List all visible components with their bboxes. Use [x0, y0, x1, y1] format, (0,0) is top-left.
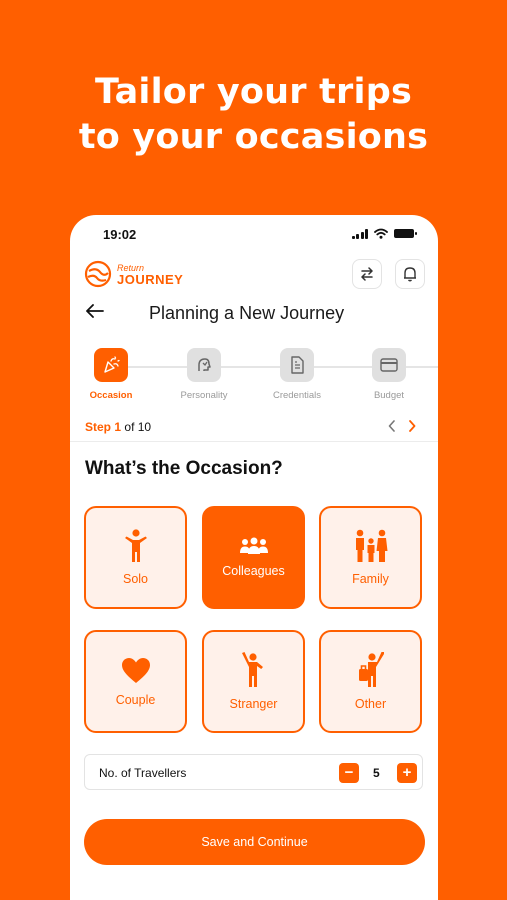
occasion-card-family[interactable]: Family — [319, 506, 422, 609]
step-label: Occasion — [89, 390, 133, 401]
step-label: Personality — [180, 390, 228, 401]
bell-icon — [404, 267, 416, 282]
heart-icon — [121, 657, 150, 683]
step-label: Budget — [373, 390, 405, 401]
arrow-left-icon — [86, 304, 104, 318]
brand-name-big: JOURNEY — [117, 272, 184, 287]
group-icon — [239, 537, 268, 554]
increase-travellers-button[interactable]: + — [397, 763, 417, 783]
back-button[interactable] — [86, 304, 104, 323]
step-current: 1 — [114, 420, 122, 434]
globe-logo-icon — [84, 260, 112, 288]
credit-card-icon — [372, 348, 406, 382]
system-icons — [351, 228, 417, 239]
person-icon — [124, 529, 147, 562]
occasion-card-colleagues[interactable]: Colleagues — [202, 506, 305, 609]
step-budget[interactable]: Budget — [349, 348, 429, 401]
travellers-row: No. of Travellers − 5 + — [84, 754, 423, 790]
document-icon — [280, 348, 314, 382]
promo-headline: Tailor your trips to your occasions — [0, 70, 507, 160]
headline-line-1: Tailor your trips — [95, 72, 412, 112]
step-counter: Step 1 of 10 — [85, 420, 151, 434]
card-label: Colleagues — [222, 564, 285, 578]
card-label: Family — [352, 572, 389, 586]
travellers-label: No. of Travellers — [99, 766, 187, 780]
save-and-continue-button[interactable]: Save and Continue — [84, 819, 425, 865]
previous-step-button[interactable] — [388, 419, 396, 437]
step-label: Credentials — [272, 390, 322, 401]
page-title: Planning a New Journey — [149, 303, 345, 323]
occasion-card-stranger[interactable]: Stranger — [202, 630, 305, 733]
divider — [70, 441, 438, 442]
waving-person-icon — [241, 652, 263, 687]
brand-logo[interactable]: Return JOURNEY — [84, 260, 183, 288]
phone-screen: 19:02 Return JOURNEY Planning a New Jour… — [70, 215, 438, 900]
travellers-count: 5 — [373, 766, 380, 780]
swap-arrows-icon — [361, 267, 373, 281]
signal-icon — [351, 228, 368, 239]
family-icon — [355, 529, 387, 562]
app-bar: Return JOURNEY — [70, 257, 438, 297]
status-bar: 19:02 — [70, 215, 438, 253]
step-navigation — [388, 419, 416, 437]
card-label: Couple — [115, 692, 156, 707]
page-header: Planning a New Journey — [70, 299, 438, 329]
status-time: 19:02 — [103, 227, 137, 242]
personality-icon — [187, 348, 221, 382]
next-step-button[interactable] — [408, 419, 416, 437]
step-prefix: Step — [85, 420, 112, 434]
occasion-card-other[interactable]: Other — [319, 630, 422, 733]
occasion-question: What’s the Occasion? — [85, 458, 283, 479]
person-with-bag-icon — [358, 652, 384, 687]
occasion-card-solo[interactable]: Solo — [84, 506, 187, 609]
card-label: Solo — [122, 572, 149, 586]
occasion-card-couple[interactable]: Couple — [84, 630, 187, 733]
headline-line-2: to your occasions — [78, 117, 429, 157]
step-credentials[interactable]: Credentials — [257, 348, 337, 401]
chevron-right-icon — [409, 420, 416, 432]
wifi-icon — [374, 228, 388, 239]
card-label: Other — [354, 697, 387, 711]
notifications-button[interactable] — [395, 259, 425, 289]
step-personality[interactable]: Personality — [164, 348, 244, 401]
chevron-left-icon — [388, 420, 395, 432]
decrease-travellers-button[interactable]: − — [339, 763, 359, 783]
card-label: Stranger — [229, 697, 278, 711]
step-total: of 10 — [124, 420, 152, 434]
step-occasion[interactable]: Occasion — [71, 348, 151, 401]
swap-button[interactable] — [352, 259, 382, 289]
battery-icon — [394, 229, 417, 238]
progress-stepper: Occasion Personality Credentials Budget — [70, 345, 438, 405]
party-popper-icon — [94, 348, 128, 382]
